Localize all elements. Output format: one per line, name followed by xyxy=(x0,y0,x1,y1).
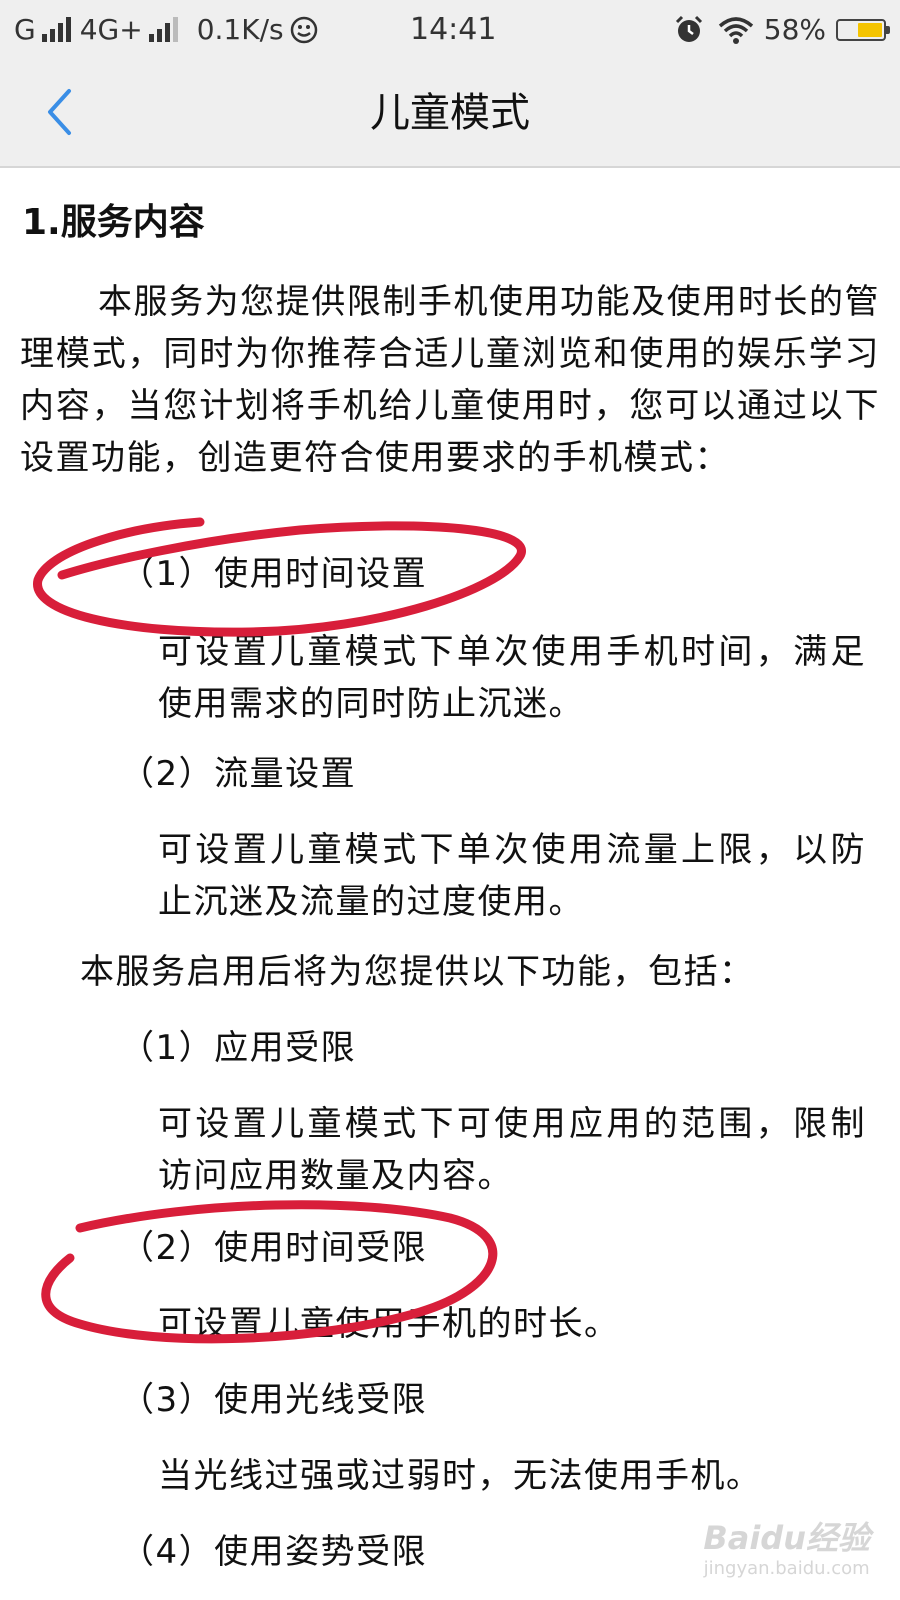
alarm-icon xyxy=(675,15,702,42)
network-type-label: 4G+ xyxy=(79,13,143,46)
watermark-url: jingyan.baidu.com xyxy=(703,1558,870,1579)
carrier-label: G xyxy=(14,13,36,46)
setting-title-time: （1）使用时间设置 xyxy=(120,554,428,594)
status-right: 58% xyxy=(674,12,890,48)
battery-icon xyxy=(836,19,890,41)
setting-desc-data: 可设置儿童模式下单次使用流量上限，以防止沉迷及流量的过度使用。 xyxy=(158,830,866,922)
section-heading: 1.服务内容 xyxy=(22,202,205,243)
nav-bar: 儿童模式 xyxy=(0,64,900,168)
feature-desc-light: 当光线过强或过弱时，无法使用手机。 xyxy=(158,1456,762,1496)
status-time: 14:41 xyxy=(410,12,497,47)
feature-desc-time-limit: 可设置儿童使用手机的时长。 xyxy=(158,1304,620,1344)
setting-title-data: （2）流量设置 xyxy=(120,754,357,794)
battery-percent: 58% xyxy=(763,13,826,46)
feature-title-light: （3）使用光线受限 xyxy=(120,1380,428,1420)
status-left: G 4G+ 0.1K/s xyxy=(14,12,318,48)
wifi-icon xyxy=(718,17,753,44)
features-intro: 本服务启用后将为您提供以下功能，包括： xyxy=(80,952,755,992)
smiley-icon xyxy=(290,16,317,44)
feature-title-apps: （1）应用受限 xyxy=(120,1028,357,1068)
feature-desc-apps: 可设置儿童模式下可使用应用的范围，限制访问应用数量及内容。 xyxy=(158,1104,866,1196)
signal-icon-2 xyxy=(148,17,178,42)
intro-paragraph: 本服务为您提供限制手机使用功能及使用时长的管理模式，同时为你推荐合适儿童浏览和使… xyxy=(20,282,880,478)
network-speed-label: 0.1K/s xyxy=(196,13,284,46)
status-bar: G 4G+ 0.1K/s 14:41 58% xyxy=(0,0,900,64)
battery-level-fill xyxy=(858,23,882,37)
page-title: 儿童模式 xyxy=(370,90,530,136)
watermark-brand: Baidu经验 xyxy=(703,1519,870,1557)
setting-desc-time: 可设置儿童模式下单次使用手机时间，满足使用需求的同时防止沉迷。 xyxy=(158,632,866,724)
feature-title-time-limit: （2）使用时间受限 xyxy=(120,1228,428,1268)
baidu-watermark: Baidu经验 jingyan.baidu.com xyxy=(703,1518,870,1580)
signal-icon xyxy=(41,17,71,42)
